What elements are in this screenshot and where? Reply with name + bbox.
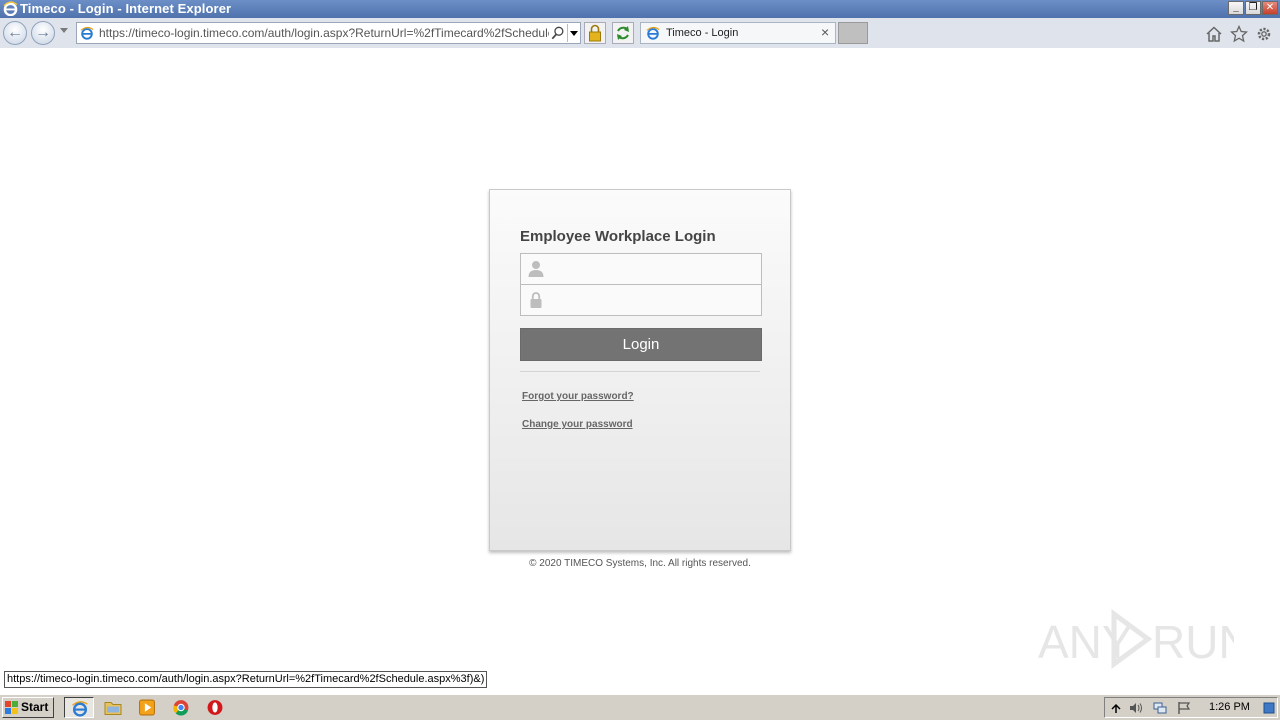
show-desktop-icon[interactable] [1263,701,1275,715]
search-icon[interactable] [551,26,565,40]
password-field[interactable] [520,284,762,316]
address-bar[interactable]: https://timeco-login.timeco.com/auth/log… [76,22,581,44]
favorites-star-icon[interactable] [1230,25,1248,43]
new-tab-button[interactable] [838,22,868,44]
taskbar: Start 1:26 PM [0,694,1280,720]
start-button[interactable]: Start [2,697,54,718]
media-player-icon [139,699,155,716]
browser-toolbar: ← → https://timeco-login.timeco.com/auth… [0,18,1280,48]
clock[interactable]: 1:26 PM [1209,701,1250,713]
login-heading: Employee Workplace Login [520,228,716,245]
password-input[interactable] [551,289,755,313]
back-button[interactable]: ← [3,21,27,45]
tab-close-icon[interactable]: × [821,24,829,40]
settings-gear-icon[interactable] [1255,25,1273,43]
address-url[interactable]: https://timeco-login.timeco.com/auth/log… [99,26,549,40]
anyrun-watermark-logo: ANY RUN [1038,609,1234,669]
padlock-icon [530,292,542,308]
taskbar-ie-button[interactable] [64,697,94,718]
start-label: Start [21,700,49,714]
close-window-button[interactable]: ✕ [1262,1,1278,15]
taskbar-ie-icon [72,701,88,717]
divider [520,371,760,372]
tab-ie-icon [646,26,660,40]
windows-logo-icon [5,701,18,714]
username-field[interactable] [520,253,762,285]
chrome-icon [173,700,189,716]
volume-icon[interactable] [1129,701,1143,715]
internet-explorer-icon [3,1,18,16]
window-titlebar: Timeco - Login - Internet Explorer _ ❐ ✕ [0,0,1280,18]
forgot-password-link[interactable]: Forgot your password? [522,391,634,402]
home-icon[interactable] [1205,25,1223,43]
tab-timeco-login[interactable]: Timeco - Login × [640,22,836,44]
security-lock-button[interactable] [584,22,606,44]
tab-label: Timeco - Login [666,27,739,39]
page-ie-icon [80,26,94,40]
login-panel: Employee Workplace Login Login Forgot yo… [489,189,791,551]
forward-button[interactable]: → [31,21,55,45]
status-bar-url: https://timeco-login.timeco.com/auth/log… [4,671,488,688]
restore-button[interactable]: ❐ [1245,1,1261,15]
taskbar-opera-button[interactable] [200,697,230,718]
copyright-text: © 2020 TIMECO Systems, Inc. All rights r… [529,558,751,569]
window-title: Timeco - Login - Internet Explorer [20,1,232,16]
system-tray: 1:26 PM [1104,697,1278,718]
opera-icon [207,700,223,715]
login-button[interactable]: Login [520,328,762,361]
refresh-icon [617,26,629,40]
show-hidden-icons-icon[interactable] [1109,701,1123,715]
folder-icon [104,702,122,715]
forward-arrow-icon: → [35,24,51,41]
username-input[interactable] [551,258,755,282]
taskbar-chrome-button[interactable] [166,697,196,718]
taskbar-file-explorer-button[interactable] [98,697,128,718]
recent-pages-dropdown[interactable] [60,28,68,33]
back-arrow-icon: ← [7,24,23,41]
lock-icon [589,24,601,42]
minimize-button[interactable]: _ [1228,1,1244,15]
taskbar-media-player-button[interactable] [132,697,162,718]
action-center-flag-icon[interactable] [1177,701,1191,715]
watermark-text-run: RUN [1152,616,1234,668]
network-icon[interactable] [1153,701,1167,715]
change-password-link[interactable]: Change your password [522,419,633,430]
address-dropdown-button[interactable] [567,24,580,42]
refresh-button[interactable] [612,22,634,44]
user-icon [528,261,544,277]
